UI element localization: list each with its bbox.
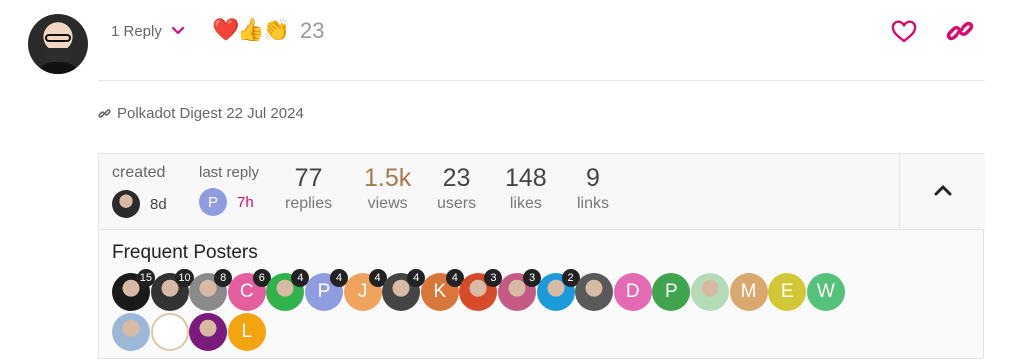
thumbs-up-reaction-icon[interactable]: 👍 [237, 16, 264, 44]
copy-link-button[interactable] [946, 17, 974, 45]
frequent-poster-avatar[interactable]: M [729, 273, 768, 311]
poster-initial: M [740, 281, 757, 302]
last-reply-time: 7h [237, 193, 254, 211]
created-time: 8d [150, 195, 167, 213]
links-count: 9 [586, 164, 600, 192]
frequent-posters-title: Frequent Posters [112, 242, 258, 263]
frequent-poster-avatar[interactable] [189, 313, 228, 351]
post-author-avatar[interactable] [28, 14, 88, 74]
views-count: 1.5k [364, 164, 412, 192]
digest-link[interactable]: Polkadot Digest 22 Jul 2024 [98, 105, 304, 122]
link-icon [946, 21, 974, 41]
poster-initial: P [317, 281, 331, 302]
users-label: users [437, 195, 477, 212]
frequent-poster-avatar[interactable]: C6 [227, 269, 271, 311]
frequent-poster-avatar[interactable]: L [227, 313, 266, 351]
heart-reaction-icon[interactable]: ❤️ [212, 16, 239, 44]
stat-links: 9 links [577, 163, 609, 213]
poster-initial: J [357, 281, 368, 302]
stat-replies: 77 replies [285, 163, 332, 213]
frequent-poster-avatar[interactable]: 8 [189, 269, 233, 311]
frequent-poster-avatar[interactable]: 10 [150, 269, 194, 311]
frequent-poster-avatar[interactable]: 4 [266, 269, 310, 311]
stat-views: 1.5k views [364, 163, 411, 213]
reaction-count: 23 [300, 18, 325, 43]
stat-users: 23 users [437, 163, 476, 213]
frequent-poster-avatar[interactable]: J4 [343, 269, 387, 311]
replies-count: 77 [294, 164, 323, 192]
poster-initial: C [239, 281, 254, 302]
creator-avatar[interactable] [112, 190, 140, 218]
replies-label: replies [285, 195, 333, 212]
likes-label: likes [509, 195, 542, 212]
frequent-poster-avatar[interactable]: 3 [498, 269, 541, 311]
digest-link-text[interactable]: Polkadot Digest 22 Jul 2024 [117, 105, 304, 122]
frequent-poster-avatar[interactable] [112, 313, 150, 351]
frequent-poster-avatar[interactable] [150, 313, 189, 351]
poster-initial: D [625, 281, 640, 302]
reactions[interactable]: ❤️ 👍 👏 [212, 16, 290, 44]
poster-initial: P [665, 281, 678, 302]
frequent-poster-avatar[interactable]: 4 [382, 269, 426, 311]
poster-initial: E [780, 281, 794, 302]
stat-likes: 148 likes [505, 163, 547, 213]
show-replies-button[interactable]: 1 Reply [111, 21, 186, 41]
topic-stats: created 8d last reply P 7h 77 replies 1.… [99, 154, 985, 230]
post-divider [98, 80, 985, 81]
frequent-poster-avatar[interactable]: 15 [112, 269, 155, 311]
frequent-poster-avatar[interactable]: W [806, 273, 845, 311]
frequent-poster-avatar[interactable]: K4 [420, 269, 464, 311]
topic-map: created 8d last reply P 7h 77 replies 1.… [98, 153, 985, 359]
users-count: 23 [442, 164, 471, 192]
frequent-poster-avatar[interactable]: P [652, 273, 691, 311]
chevron-up-icon [934, 185, 952, 196]
frequent-poster-avatar[interactable]: P4 [305, 269, 348, 311]
collapse-topic-map-button[interactable] [899, 154, 986, 228]
frequent-poster-avatar[interactable]: D [613, 273, 652, 311]
clapping-reaction-icon[interactable]: 👏 [263, 16, 290, 44]
poster-initial: K [433, 281, 447, 302]
poster-initial: L [241, 321, 253, 342]
frequent-poster-avatar[interactable] [691, 273, 729, 311]
last-reply-info[interactable]: P 7h [199, 188, 254, 216]
created-info[interactable]: 8d [112, 190, 167, 218]
frequent-poster-avatar[interactable] [575, 273, 614, 311]
created-label: created [112, 164, 166, 181]
likes-count: 148 [505, 164, 547, 192]
link-icon [98, 109, 111, 118]
heart-icon [891, 20, 917, 43]
last-reply-label: last reply [199, 164, 260, 181]
views-label: views [367, 195, 408, 212]
frequent-poster-avatar[interactable]: E [768, 273, 807, 311]
poster-initial: W [816, 281, 835, 302]
frequent-poster-avatar[interactable]: 2 [536, 269, 580, 311]
chevron-down-icon [171, 26, 184, 35]
links-label: links [577, 195, 610, 212]
like-button[interactable] [890, 17, 918, 45]
replies-label: 1 Reply [111, 22, 162, 40]
frequent-poster-avatar[interactable]: 3 [459, 269, 503, 311]
last-reply-avatar[interactable]: P [199, 188, 227, 216]
